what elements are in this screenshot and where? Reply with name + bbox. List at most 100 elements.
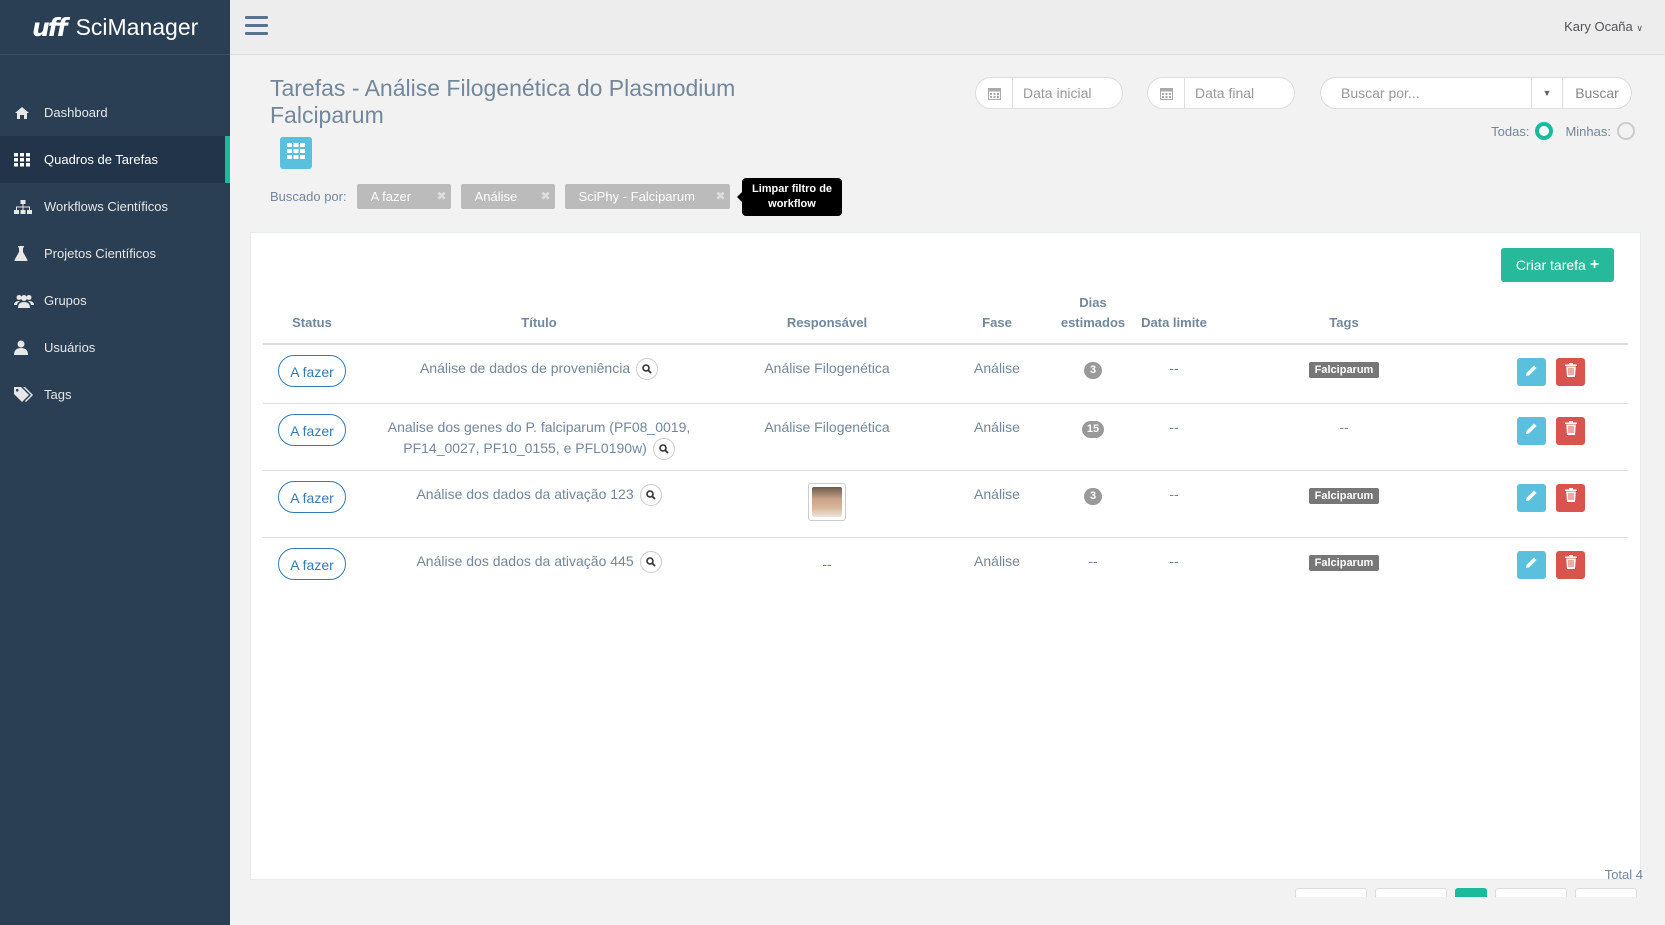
search-button[interactable]: Buscar [1563, 85, 1631, 101]
filter-chip-label: A fazer [370, 189, 412, 204]
pagination-button[interactable] [1375, 888, 1447, 897]
edit-button[interactable] [1517, 416, 1546, 445]
start-date-field[interactable]: Data inicial [975, 77, 1123, 109]
brand[interactable]: uff SciManager [0, 0, 230, 55]
edit-button[interactable] [1517, 483, 1546, 512]
scope-mine-radio[interactable] [1617, 122, 1635, 140]
edit-button[interactable] [1517, 550, 1546, 579]
status-button[interactable]: A fazer [278, 480, 346, 513]
trash-icon [1564, 554, 1577, 575]
search-input[interactable]: Buscar por... [1321, 85, 1531, 101]
avatar[interactable] [808, 482, 846, 521]
responsible: -- [822, 555, 832, 572]
deadline: -- [1169, 360, 1179, 376]
user-menu[interactable]: Kary Ocaña ∨ [1564, 19, 1643, 34]
column-header-responsible: Responsável [717, 293, 937, 345]
task-title: Análise dos dados da ativação 445 [416, 552, 634, 569]
trash-icon [1564, 420, 1577, 441]
delete-button[interactable] [1556, 358, 1585, 386]
phase: Análise [974, 360, 1020, 376]
create-task-button[interactable]: Criar tarefa + [1501, 248, 1614, 282]
phase: Análise [974, 485, 1020, 502]
sidebar-item-label: Grupos [44, 293, 87, 308]
sidebar-item-quadros-de-tarefas[interactable]: Quadros de Tarefas [0, 136, 230, 183]
board-view-button[interactable] [280, 137, 312, 169]
sidebar-item-label: Quadros de Tarefas [44, 152, 158, 167]
filter-chip: Análise ✖ [460, 184, 555, 209]
filter-chip-label: SciPhy - Falciparum [578, 189, 695, 204]
pencil-icon [1525, 554, 1538, 575]
sitemap-icon [14, 199, 44, 214]
status-button[interactable]: A fazer [278, 355, 346, 387]
sidebar-item-projetos[interactable]: Projetos Científicos [0, 230, 230, 277]
grid-icon [287, 142, 305, 164]
filters-label: Buscado por: [270, 189, 347, 204]
tag-empty: -- [1339, 418, 1349, 435]
tag-label[interactable]: Falciparum [1308, 554, 1380, 571]
calendar-icon [1148, 78, 1185, 108]
edit-button[interactable] [1517, 358, 1546, 386]
uff-logo: uff [32, 12, 68, 42]
menu-toggle-icon[interactable] [245, 16, 268, 40]
calendar-icon [976, 78, 1013, 108]
column-header-phase: Fase [937, 293, 1057, 345]
remove-filter-icon[interactable]: ✖ [437, 189, 447, 203]
end-date-field[interactable]: Data final [1147, 77, 1295, 109]
status-button[interactable]: A fazer [278, 413, 346, 446]
sidebar-item-label: Workflows Científicos [44, 199, 169, 214]
pagination-button[interactable] [1495, 888, 1567, 897]
sidebar-item-usuarios[interactable]: Usuários [0, 324, 230, 371]
delete-button[interactable] [1556, 550, 1585, 579]
tasks-table: Status Título Responsável Fase Dias esti… [263, 293, 1628, 596]
caret-down-icon[interactable]: ▼ [1531, 78, 1563, 108]
user-icon [14, 340, 44, 355]
app-name: SciManager [75, 13, 199, 40]
table-row: A fazer Análise dos dados da ativação 12… [263, 470, 1628, 538]
home-icon [14, 106, 44, 120]
column-header-actions [1469, 293, 1628, 345]
tasks-panel: Criar tarefa + Status Título Responsável… [250, 232, 1641, 880]
grid-icon [14, 152, 44, 167]
column-header-deadline: Data limite [1129, 293, 1219, 345]
total-count: Total 4 [1604, 867, 1643, 882]
tag-label[interactable]: Falciparum [1308, 487, 1380, 504]
column-header-status: Status [263, 293, 361, 345]
trash-icon [1564, 487, 1577, 508]
remove-filter-icon[interactable]: ✖ [541, 189, 551, 203]
sidebar-item-dashboard[interactable]: Dashboard [0, 89, 230, 136]
deadline: -- [1169, 552, 1179, 569]
sidebar-item-label: Usuários [44, 340, 96, 355]
sidebar: uff SciManager Dashboard Quadros de Tare… [0, 0, 230, 925]
pagination-button[interactable] [1295, 888, 1367, 897]
tag-label[interactable]: Falciparum [1308, 362, 1380, 378]
estimated-days-badge: 15 [1081, 420, 1105, 438]
delete-button[interactable] [1556, 416, 1585, 445]
status-button[interactable]: A fazer [278, 547, 346, 580]
scope-all-radio[interactable] [1535, 122, 1554, 140]
magnifier-icon[interactable] [639, 551, 662, 574]
sidebar-nav: Dashboard Quadros de Tarefas Workflows C… [0, 89, 230, 418]
page-title: Tarefas - Análise Filogenética do Plasmo… [270, 75, 736, 128]
sidebar-item-workflows[interactable]: Workflows Científicos [0, 183, 230, 230]
top-nav: Kary Ocaña ∨ [230, 0, 1665, 55]
sidebar-item-grupos[interactable]: Grupos [0, 277, 230, 324]
end-date-placeholder: Data final [1195, 85, 1255, 101]
estimated-days-badge: 3 [1084, 487, 1102, 505]
column-header-tags: Tags [1219, 293, 1469, 345]
magnifier-icon[interactable] [639, 484, 662, 507]
deadline: -- [1169, 485, 1179, 502]
user-name: Kary Ocaña [1564, 19, 1633, 34]
flask-icon [14, 246, 44, 261]
delete-button[interactable] [1556, 483, 1585, 512]
pagination-current-page[interactable] [1455, 888, 1487, 897]
sidebar-item-tags[interactable]: Tags [0, 371, 230, 418]
magnifier-icon[interactable] [652, 437, 675, 460]
pencil-icon [1525, 362, 1538, 383]
tooltip: Limpar filtro de workflow [737, 178, 842, 216]
remove-filter-icon[interactable]: ✖ [716, 189, 726, 203]
pagination-button[interactable] [1575, 888, 1637, 897]
estimated-days-badge: 3 [1084, 362, 1102, 379]
filter-chip-label: Análise [474, 189, 518, 204]
magnifier-icon[interactable] [636, 358, 659, 381]
responsible: Análise Filogenética [764, 418, 890, 435]
